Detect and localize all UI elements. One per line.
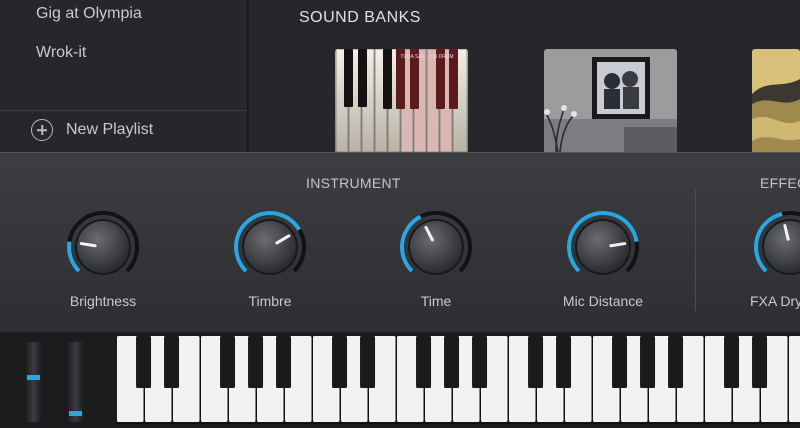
svg-text:SAX: SAX <box>415 54 426 60</box>
playlist-item-gig-at-olympia[interactable]: Gig at Olympia <box>36 5 142 23</box>
brightness-label: Brightness <box>69 293 137 309</box>
mod-wheel[interactable] <box>67 342 84 422</box>
sound-bank-gold-thumbnail[interactable] <box>752 49 800 152</box>
black-key[interactable] <box>612 336 628 388</box>
piano-keyboard[interactable] <box>117 336 800 424</box>
time-label: Time <box>420 293 452 309</box>
black-key[interactable] <box>640 336 656 388</box>
fxa-dry-knob[interactable] <box>750 207 800 287</box>
black-key[interactable] <box>248 336 264 388</box>
black-key[interactable] <box>668 336 684 388</box>
sound-banks-section: SOUND BANKS TUBA SAX VIB DRUM <box>249 0 800 152</box>
black-key[interactable] <box>220 336 236 388</box>
svg-text:VIB: VIB <box>429 54 438 60</box>
panel-divider <box>695 189 696 311</box>
mic-distance-knob[interactable] <box>563 207 643 287</box>
new-playlist-label: New Playlist <box>66 121 154 138</box>
black-key[interactable] <box>472 336 488 388</box>
pitch-wheel[interactable] <box>25 342 42 422</box>
piano-keys-image: TUBA SAX VIB DRUM <box>335 49 468 152</box>
time-knob[interactable] <box>396 207 476 287</box>
brightness-knob[interactable] <box>63 207 143 287</box>
black-key[interactable] <box>444 336 460 388</box>
playlist-item-wrok-it[interactable]: Wrok-it <box>36 44 86 62</box>
white-key[interactable] <box>789 336 800 422</box>
room-photo-image <box>544 49 677 152</box>
sound-bank-room-thumbnail[interactable] <box>544 49 677 152</box>
black-key[interactable] <box>164 336 180 388</box>
pitch-wheel-indicator <box>27 375 40 381</box>
instrument-panel: INSTRUMENT EFFEC Brightness Timbre Time … <box>0 152 800 332</box>
mod-wheel-indicator <box>69 411 82 417</box>
black-key[interactable] <box>752 336 768 388</box>
sidebar-divider <box>0 110 247 111</box>
effects-section-title: EFFEC <box>760 175 800 191</box>
svg-text:TUBA: TUBA <box>400 54 414 60</box>
black-key[interactable] <box>556 336 572 388</box>
keyboard-area <box>0 332 800 428</box>
sound-banks-title: SOUND BANKS <box>299 9 421 26</box>
black-key[interactable] <box>724 336 740 388</box>
black-key[interactable] <box>136 336 152 388</box>
gold-abstract-image <box>752 49 800 152</box>
timbre-knob[interactable] <box>230 207 310 287</box>
new-playlist-button[interactable]: New Playlist <box>31 119 153 141</box>
svg-text:DRUM: DRUM <box>439 54 454 60</box>
black-key[interactable] <box>528 336 544 388</box>
mic-distance-label: Mic Distance <box>562 293 644 309</box>
timbre-label: Timbre <box>248 293 292 309</box>
black-key[interactable] <box>360 336 376 388</box>
playlist-sidebar: Gig at Olympia Wrok-it New Playlist <box>0 0 248 152</box>
black-key[interactable] <box>276 336 292 388</box>
add-circle-icon <box>31 119 53 141</box>
fxa-dry-label: FXA Dry <box>750 293 800 309</box>
black-key[interactable] <box>332 336 348 388</box>
instrument-section-title: INSTRUMENT <box>306 175 401 191</box>
black-key[interactable] <box>416 336 432 388</box>
sound-bank-piano-thumbnail[interactable]: TUBA SAX VIB DRUM <box>335 49 468 152</box>
